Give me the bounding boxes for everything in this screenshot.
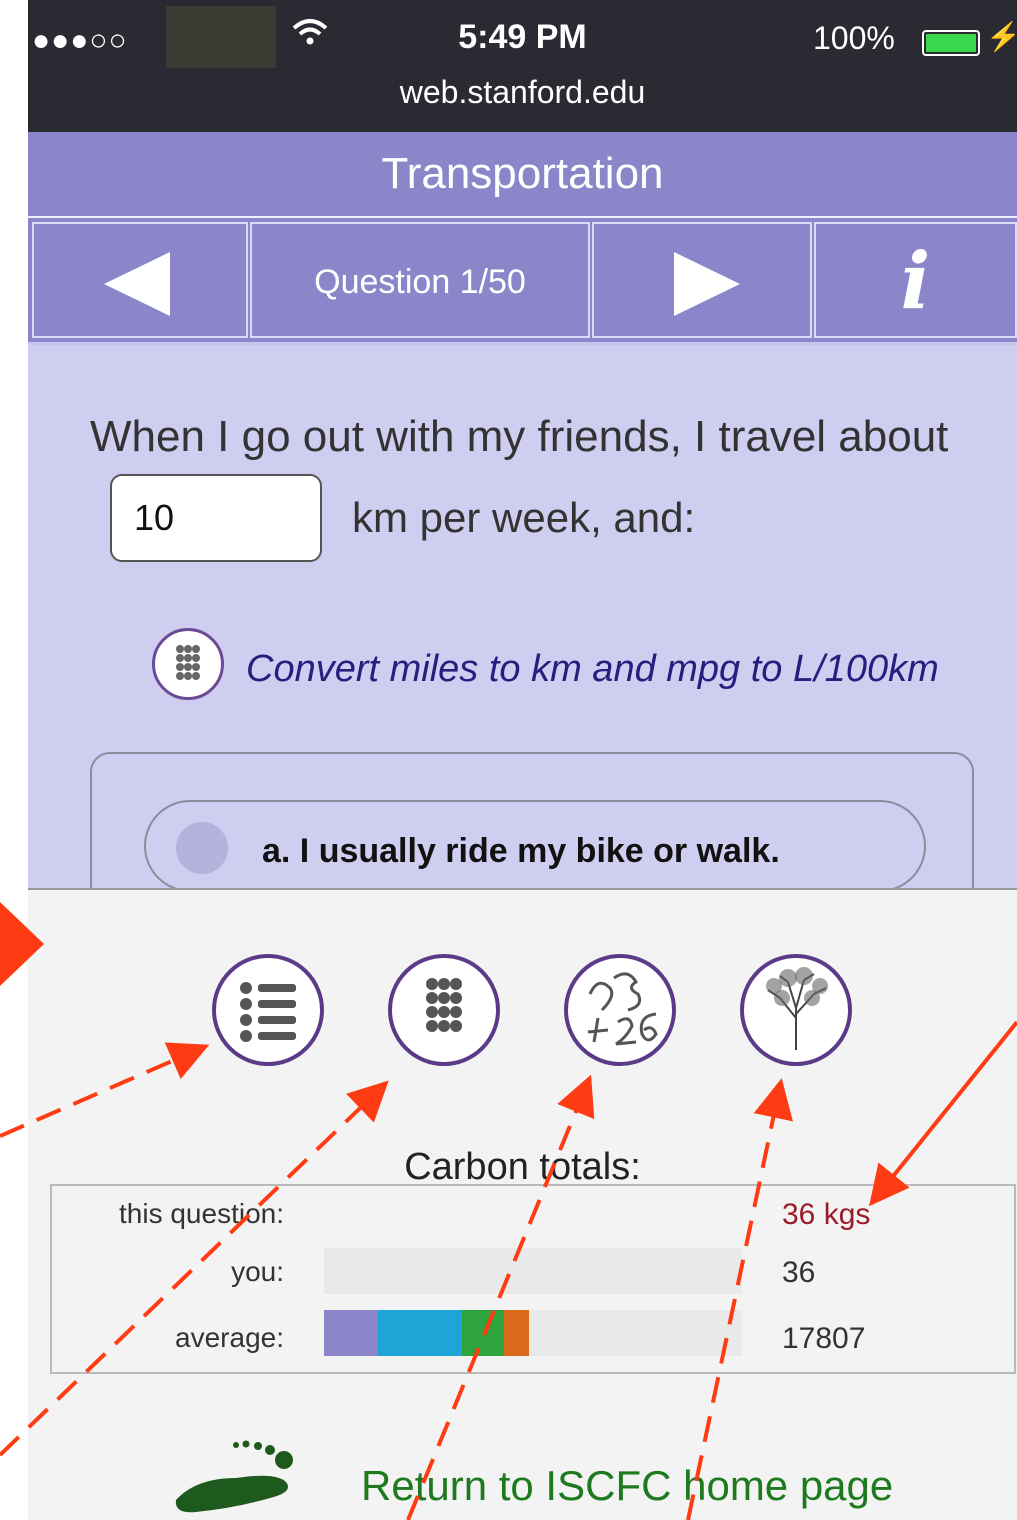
carbon-totals-title: Carbon totals: [404,1146,641,1188]
calculator-icon[interactable] [388,954,500,1066]
status-bar: ●●●○○ 5:49 PM web.stanford.edu 100% ⚡ [28,0,1017,132]
question-counter: Question 1/50 [250,222,590,338]
row-label: this question: [119,1198,284,1229]
you-bar [324,1248,742,1294]
row-average: average: 17807 [52,1310,1014,1372]
phone-screen: ●●●○○ 5:49 PM web.stanford.edu 100% ⚡ Tr… [28,0,1017,1520]
info-icon: i [900,236,931,327]
battery-icon [922,30,980,56]
row-this-question: this question: 36 kgs [52,1198,1014,1248]
footprint-icon[interactable] [166,1438,316,1518]
average-bar-segment-4 [504,1310,529,1356]
row-label: you: [231,1256,284,1287]
row-value: 36 [782,1256,816,1289]
menu-list-icon[interactable] [212,954,324,1066]
previous-question-button[interactable] [32,222,248,338]
row-you: you: 36 [52,1248,1014,1306]
page-url[interactable]: web.stanford.edu [28,74,1017,111]
row-value: 36 kgs [782,1198,871,1231]
option-label: a. I usually ride my bike or walk. [262,832,780,870]
battery-percent: 100% [813,20,895,56]
home-page-link[interactable]: Return to ISCFC home page [361,1462,893,1510]
page-title: Transportation [28,132,1017,218]
next-question-button[interactable] [592,222,812,338]
arrow-right-icon [674,252,740,316]
tree-icon[interactable] [740,954,852,1066]
row-value: 17807 [782,1322,866,1355]
charging-icon: ⚡ [986,21,1017,52]
option-a[interactable]: a. I usually ride my bike or walk. [144,800,926,892]
average-bar-segment-3 [462,1310,504,1356]
carbon-totals-table: this question: 36 kgs you: 36 average: 1… [50,1184,1016,1374]
bottom-panel: Carbon totals: this question: 36 kgs you… [28,888,1017,1520]
average-bar-segment-1 [324,1310,378,1356]
average-bar-segment-2 [378,1310,462,1356]
numbers-icon[interactable] [564,954,676,1066]
question-navbar: Question 1/50 i [28,218,1017,345]
unit-label: km per week, and: [352,494,696,541]
convert-units-link[interactable]: Convert miles to km and mpg to L/100km [246,648,939,691]
average-bar [324,1310,742,1356]
distance-input[interactable]: 10 [110,474,322,562]
row-label: average: [175,1322,284,1353]
arrow-left-icon [104,252,170,316]
calculator-icon[interactable] [152,628,224,700]
radio-button[interactable] [176,822,228,874]
info-button[interactable]: i [814,222,1017,338]
question-text: When I go out with my friends, I travel … [90,412,949,461]
